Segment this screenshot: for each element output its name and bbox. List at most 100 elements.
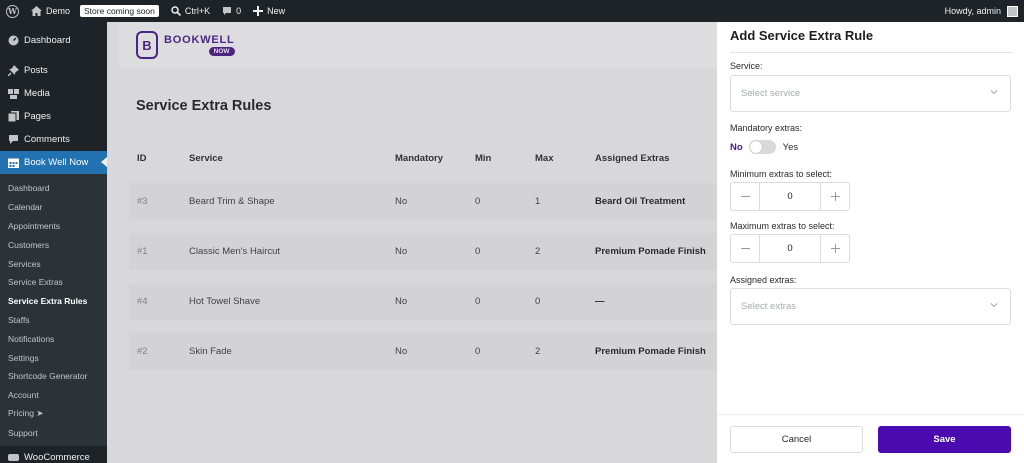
new-content-button[interactable]: New [247, 0, 291, 22]
add-rule-panel: Add Service Extra Rule Service: Select s… [717, 22, 1024, 463]
site-name-link[interactable]: Demo [25, 0, 76, 22]
menu-label: Pages [24, 111, 51, 122]
plus-icon [830, 192, 840, 201]
submenu-services[interactable]: Services [0, 254, 107, 273]
menu-item-woocommerce[interactable]: WooCommerce [0, 446, 107, 463]
submenu-settings[interactable]: Settings [0, 348, 107, 367]
cell-id: #2 [137, 346, 148, 357]
panel-footer-divider [717, 414, 1024, 415]
chevron-down-icon [990, 301, 998, 312]
submenu-support[interactable]: Support [0, 423, 107, 442]
chevron-down-icon [990, 88, 998, 99]
logo-tag: NOW [208, 47, 235, 56]
menu-item-pages[interactable]: Pages [0, 105, 107, 128]
cell-min: 0 [475, 246, 481, 257]
min-decrement-button[interactable] [731, 183, 759, 210]
mandatory-toggle[interactable] [748, 140, 776, 154]
min-extras-label: Minimum extras to select: [730, 169, 833, 179]
table-row[interactable]: #2 Skin Fade No 0 2 Premium Pomade Finis… [129, 333, 724, 370]
cell-id: #4 [137, 296, 148, 307]
minus-icon [740, 196, 750, 197]
admin-sidebar: Dashboard Posts Media Pages Comments Boo… [0, 22, 107, 463]
site-name: Demo [46, 6, 71, 16]
submenu-service-extras[interactable]: Service Extras [0, 273, 107, 292]
panel-divider [730, 52, 1012, 53]
cell-min: 0 [475, 296, 481, 307]
cell-id: #3 [137, 196, 148, 207]
assigned-extras-select[interactable]: Select extras [730, 288, 1011, 325]
submenu-calendar[interactable]: Calendar [0, 198, 107, 217]
menu-label: Book Well Now [24, 157, 89, 168]
service-select[interactable]: Select service [730, 75, 1011, 112]
rules-table: ID Service Mandatory Min Max Assigned Ex… [129, 146, 724, 370]
menu-item-media[interactable]: Media [0, 82, 107, 105]
submenu-appointments[interactable]: Appointments [0, 217, 107, 236]
menu-item-dashboard[interactable]: Dashboard [0, 29, 107, 52]
cell-mandatory: No [395, 346, 408, 357]
header-assigned-extras: Assigned Extras [595, 152, 670, 164]
menu-label: WooCommerce [24, 452, 90, 463]
bookwell-logo: B BOOKWELL NOW [136, 31, 235, 59]
max-extras-stepper: 0 [730, 234, 850, 263]
menu-item-book-well-now[interactable]: Book Well Now [0, 151, 107, 174]
submenu-shortcode-generator[interactable]: Shortcode Generator [0, 367, 107, 386]
cancel-button[interactable]: Cancel [730, 426, 863, 453]
submenu-account[interactable]: Account [0, 386, 107, 405]
cell-assigned-extras: Beard Oil Treatment [595, 196, 686, 207]
account-menu[interactable]: Howdy, admin [945, 0, 1018, 22]
header-mandatory: Mandatory [395, 152, 444, 164]
store-status-link[interactable]: Store coming soon [76, 0, 165, 22]
dashboard-icon [7, 35, 19, 47]
cell-mandatory: No [395, 296, 408, 307]
search-icon [171, 6, 181, 16]
toggle-no-label: No [730, 141, 743, 153]
table-header: ID Service Mandatory Min Max Assigned Ex… [129, 146, 724, 170]
max-increment-button[interactable] [821, 235, 849, 262]
menu-item-posts[interactable]: Posts [0, 59, 107, 82]
min-extras-stepper: 0 [730, 182, 850, 211]
header-service: Service [189, 152, 223, 164]
cell-assigned-extras: — [595, 296, 605, 307]
submenu-dashboard[interactable]: Dashboard [0, 179, 107, 198]
cell-service: Beard Trim & Shape [189, 196, 275, 207]
max-extras-input[interactable]: 0 [759, 235, 821, 262]
plus-icon [253, 6, 264, 16]
menu-label: Media [24, 88, 50, 99]
media-icon [7, 88, 19, 100]
table-row[interactable]: #1 Classic Men's Haircut No 0 2 Premium … [129, 233, 724, 270]
calendar-icon [7, 157, 19, 169]
assigned-extras-placeholder: Select extras [741, 301, 796, 312]
command-palette-button[interactable]: Ctrl+K [165, 0, 216, 22]
mandatory-label: Mandatory extras: [730, 123, 803, 133]
save-button[interactable]: Save [878, 426, 1011, 453]
header-id: ID [137, 152, 147, 164]
header-min: Min [475, 152, 492, 164]
store-status-badge: Store coming soon [80, 5, 159, 17]
menu-label: Dashboard [24, 35, 71, 46]
wordpress-logo-button[interactable]: W [0, 0, 25, 22]
mandatory-toggle-row: No Yes [730, 140, 798, 154]
submenu-pricing[interactable]: Pricing ➤ [0, 405, 107, 424]
comments-link[interactable]: 0 [216, 0, 247, 22]
min-extras-input[interactable]: 0 [759, 183, 821, 210]
cell-mandatory: No [395, 196, 408, 207]
cell-service: Skin Fade [189, 346, 232, 357]
shortcut-label: Ctrl+K [184, 6, 211, 16]
cell-assigned-extras: Premium Pomade Finish [595, 246, 706, 257]
minus-icon [740, 248, 750, 249]
table-row[interactable]: #3 Beard Trim & Shape No 0 1 Beard Oil T… [129, 183, 724, 220]
submenu-staffs[interactable]: Staffs [0, 311, 107, 330]
submenu-service-extra-rules[interactable]: Service Extra Rules [0, 292, 107, 311]
submenu-customers[interactable]: Customers [0, 235, 107, 254]
cell-max: 2 [535, 246, 541, 257]
plus-icon [830, 244, 840, 253]
avatar [1007, 5, 1018, 17]
panel-title: Add Service Extra Rule [730, 28, 874, 43]
submenu-notifications[interactable]: Notifications [0, 329, 107, 348]
table-row[interactable]: #4 Hot Towel Shave No 0 0 — [129, 283, 724, 320]
min-increment-button[interactable] [821, 183, 849, 210]
cell-min: 0 [475, 196, 481, 207]
max-decrement-button[interactable] [731, 235, 759, 262]
cell-max: 0 [535, 296, 541, 307]
menu-item-comments[interactable]: Comments [0, 128, 107, 151]
